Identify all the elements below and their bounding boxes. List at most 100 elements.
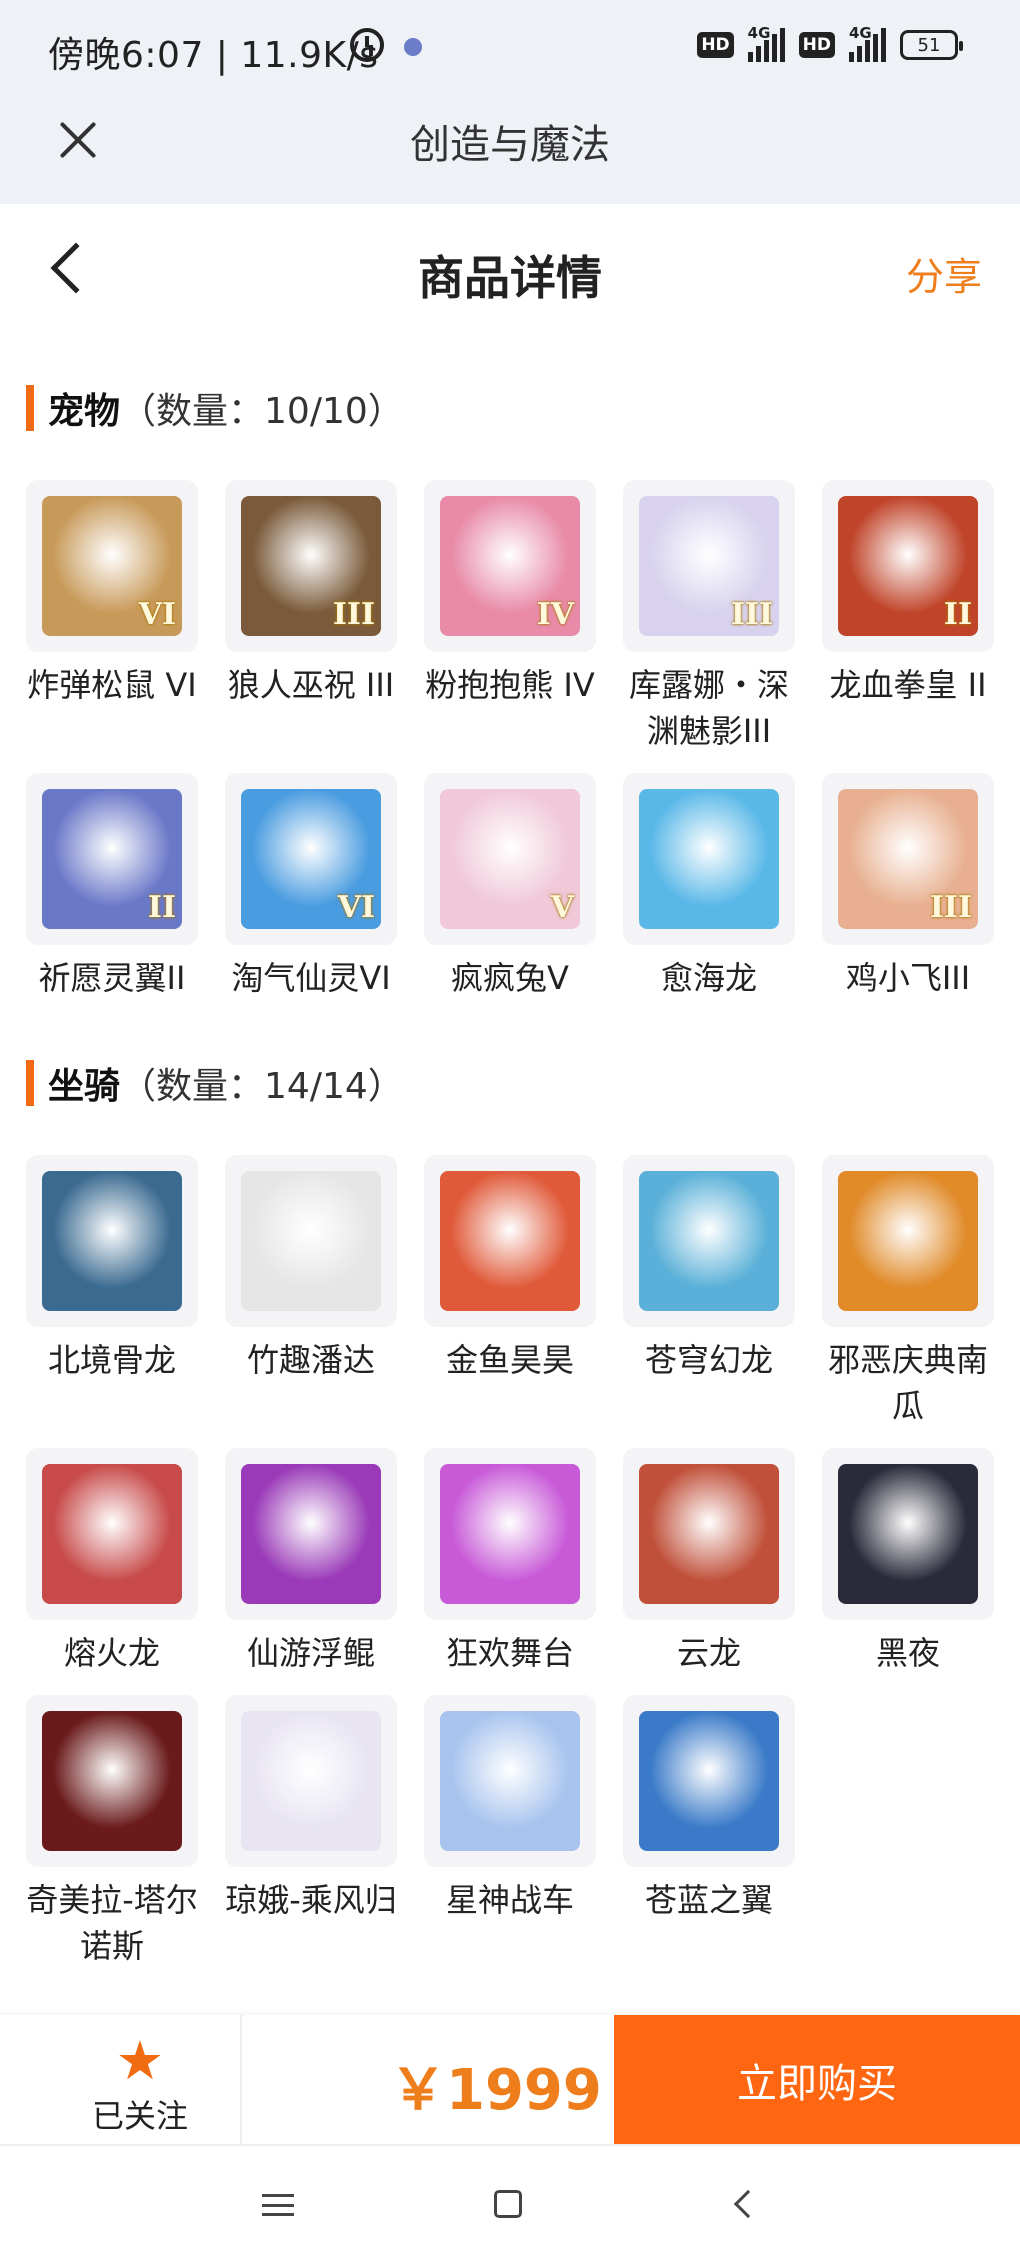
item-label: 黑夜: [875, 1634, 940, 1672]
item-thumbnail: II: [26, 773, 198, 945]
item-thumbnail: V: [424, 773, 596, 945]
item-card[interactable]: VI 炸弹松鼠 VI: [26, 480, 198, 708]
item-label: 苍蓝之翼: [644, 1881, 773, 1919]
item-card[interactable]: 苍蓝之翼: [623, 1695, 795, 1923]
item-card[interactable]: 竹趣潘达: [225, 1155, 397, 1383]
home-icon[interactable]: [494, 2190, 522, 2218]
hd-icon: HD: [697, 32, 734, 58]
item-label: 狼人巫祝 III: [227, 666, 395, 704]
item-card[interactable]: 愈海龙: [623, 773, 795, 1001]
item-image: [42, 1464, 182, 1604]
item-image: [42, 1711, 182, 1851]
buy-now-button[interactable]: 立即购买: [614, 2015, 1020, 2145]
item-thumbnail: [623, 1695, 795, 1867]
item-label: 狂欢舞台: [445, 1634, 574, 1672]
rank-badge: VI: [138, 597, 176, 632]
item-thumbnail: [424, 1695, 596, 1867]
item-card[interactable]: 黑夜: [822, 1448, 994, 1676]
item-card[interactable]: 北境骨龙: [26, 1155, 198, 1383]
item-image: [440, 1171, 580, 1311]
section-count: （数量：14/14）: [120, 1066, 404, 1107]
item-thumbnail: [623, 773, 795, 945]
item-thumbnail: [623, 1448, 795, 1620]
rank-badge: IV: [536, 597, 574, 632]
item-label: 库露娜・深渊魅影III: [628, 666, 789, 750]
item-image: [241, 1464, 381, 1604]
rank-badge: III: [730, 597, 773, 632]
item-card[interactable]: II 龙血拳皇 II: [822, 480, 994, 708]
item-card[interactable]: 星神战车: [424, 1695, 596, 1923]
item-thumbnail: [225, 1695, 397, 1867]
item-thumbnail: [26, 1448, 198, 1620]
item-label: 愈海龙: [660, 959, 757, 997]
item-thumbnail: IV: [424, 480, 596, 652]
bottom-action-bar: ★ 已关注 ￥1999 立即购买: [0, 2015, 1020, 2145]
item-card[interactable]: 奇美拉-塔尔诺斯: [26, 1695, 198, 1969]
item-image: [639, 1711, 779, 1851]
system-nav-bar: [0, 2146, 1020, 2267]
item-card[interactable]: IV 粉抱抱熊 IV: [424, 480, 596, 708]
item-thumbnail: [26, 1695, 198, 1867]
page-title: 商品详情: [418, 251, 602, 305]
share-button[interactable]: 分享: [906, 246, 982, 301]
item-label: 奇美拉-塔尔诺斯: [26, 1881, 198, 1965]
item-card[interactable]: VI 淘气仙灵VI: [225, 773, 397, 1001]
item-label: 粉抱抱熊 IV: [425, 666, 595, 704]
app-bar: 创造与魔法: [0, 92, 1020, 204]
star-icon: ★: [115, 2029, 165, 2092]
follow-button[interactable]: ★ 已关注: [40, 2015, 242, 2145]
item-card[interactable]: III 狼人巫祝 III: [225, 480, 397, 708]
item-thumbnail: [822, 1448, 994, 1620]
item-label: 竹趣潘达: [246, 1341, 375, 1379]
network-type: 4G: [747, 24, 771, 42]
item-image: [241, 1171, 381, 1311]
item-card[interactable]: 熔火龙: [26, 1448, 198, 1676]
section-title-pets: 宠物 （数量：10/10）: [26, 382, 404, 434]
item-label: 仙游浮鲲: [246, 1634, 375, 1672]
item-image: [838, 1171, 978, 1311]
item-card[interactable]: 邪恶庆典南瓜: [822, 1155, 994, 1429]
item-image: [639, 1171, 779, 1311]
item-thumbnail: II: [822, 480, 994, 652]
item-card[interactable]: II 祈愿灵翼II: [26, 773, 198, 1001]
item-label: 祈愿灵翼II: [38, 959, 186, 997]
signal-icon: 4G: [747, 24, 785, 62]
section-count: （数量：10/10）: [120, 391, 404, 432]
item-card[interactable]: 云龙: [623, 1448, 795, 1676]
item-label: 金鱼昊昊: [445, 1341, 574, 1379]
item-card[interactable]: 仙游浮鲲: [225, 1448, 397, 1676]
page-header: 商品详情 分享: [0, 204, 1020, 334]
item-image: [639, 789, 779, 929]
item-thumbnail: VI: [26, 480, 198, 652]
item-thumbnail: [424, 1448, 596, 1620]
section-accent-bar: [26, 385, 34, 431]
follow-label: 已关注: [91, 2097, 188, 2135]
item-thumbnail: [822, 1155, 994, 1327]
rank-badge: V: [550, 890, 574, 925]
menu-icon[interactable]: [262, 2194, 294, 2216]
item-thumbnail: III: [822, 773, 994, 945]
item-thumbnail: III: [225, 480, 397, 652]
item-image: [440, 1464, 580, 1604]
item-thumbnail: [623, 1155, 795, 1327]
item-card[interactable]: III 库露娜・深渊魅影III: [623, 480, 795, 754]
item-thumbnail: [225, 1155, 397, 1327]
item-card[interactable]: 金鱼昊昊: [424, 1155, 596, 1383]
item-thumbnail: [225, 1448, 397, 1620]
item-card[interactable]: 苍穹幻龙: [623, 1155, 795, 1383]
section-name: 坐骑: [48, 1066, 121, 1107]
item-card[interactable]: 琼娥-乘风归: [225, 1695, 397, 1923]
item-card[interactable]: 狂欢舞台: [424, 1448, 596, 1676]
section-accent-bar: [26, 1060, 34, 1106]
status-bar: 傍晚6:07 | 11.9K/s HD 4G HD 4G 51: [0, 0, 1020, 92]
item-image: [241, 1711, 381, 1851]
item-card[interactable]: III 鸡小飞III: [822, 773, 994, 1001]
rank-badge: III: [929, 890, 972, 925]
item-label: 炸弹松鼠 VI: [27, 666, 197, 704]
item-card[interactable]: V 疯疯兔V: [424, 773, 596, 1001]
item-image: [42, 1171, 182, 1311]
item-label: 邪恶庆典南瓜: [827, 1341, 988, 1425]
item-label: 疯疯兔V: [451, 959, 569, 997]
item-label: 龙血拳皇 II: [829, 666, 987, 704]
back-nav-icon[interactable]: [733, 2189, 763, 2219]
